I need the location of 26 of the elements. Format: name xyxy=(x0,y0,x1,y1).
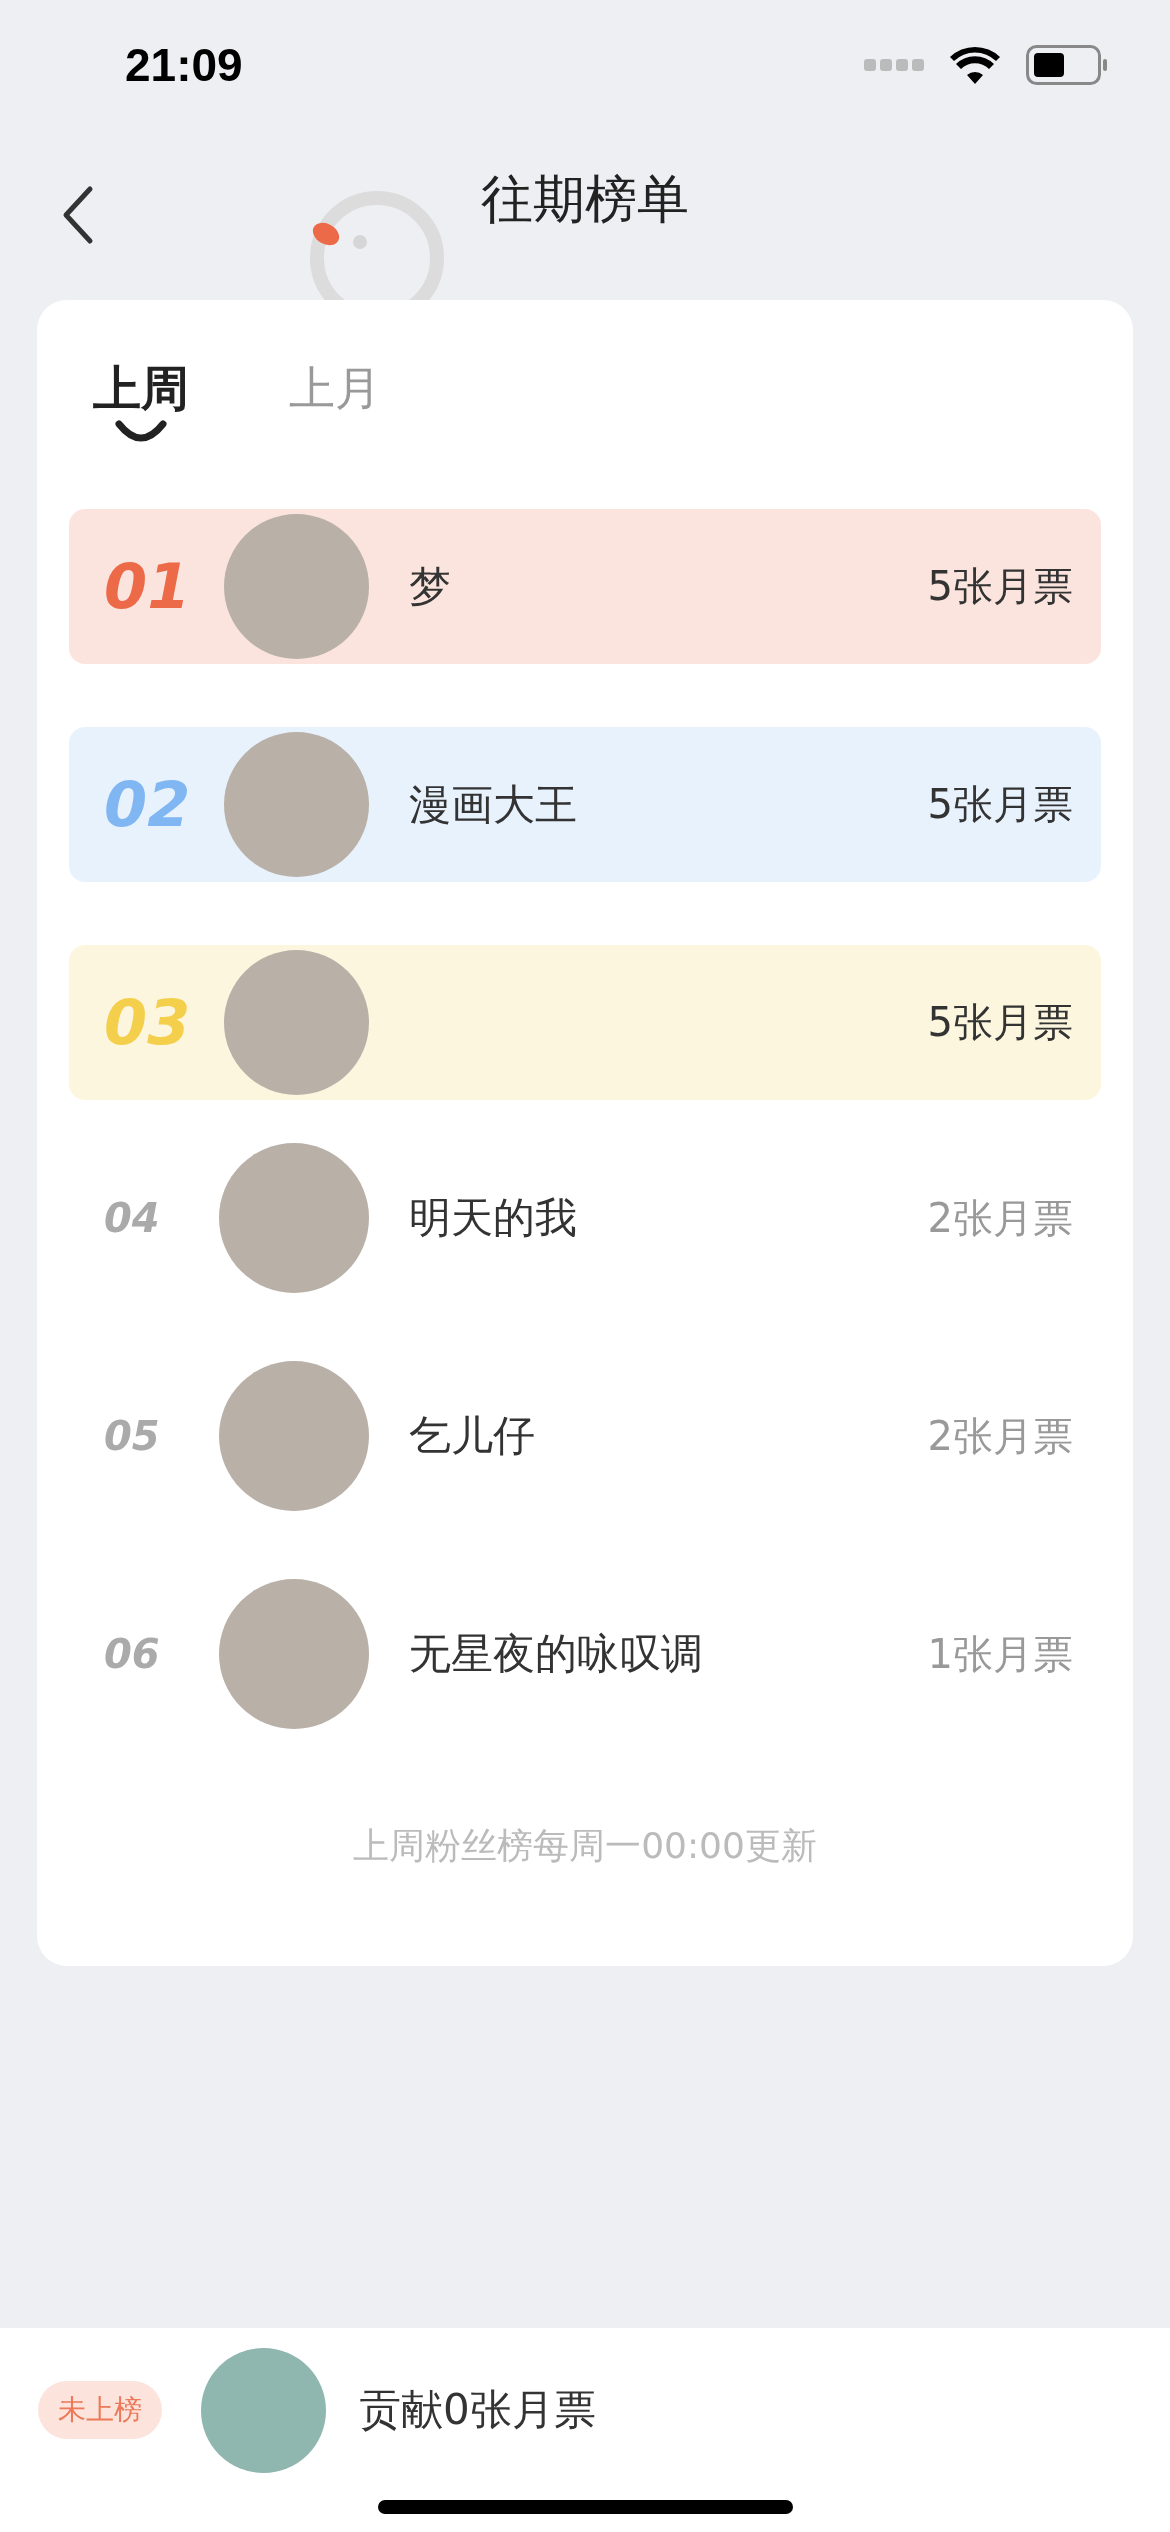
vote-count: 2张月票 xyxy=(927,1411,1073,1461)
user-name: 梦 xyxy=(409,560,452,613)
rank-number: 06 xyxy=(104,1631,161,1677)
vote-count: 5张月票 xyxy=(927,998,1073,1047)
vote-count: 1张月票 xyxy=(927,1629,1073,1679)
rank-number: 05 xyxy=(104,1413,161,1459)
user-name: 乞儿仔 xyxy=(409,1410,536,1462)
rank-status-badge: 未上榜 xyxy=(38,2381,162,2439)
rank-number: 02 xyxy=(104,768,192,841)
user-name: 无星夜的咏叹调 xyxy=(409,1628,704,1680)
vote-count: 5张月票 xyxy=(927,562,1073,611)
contribution-text: 贡献0张月票 xyxy=(359,2384,596,2436)
wifi-icon xyxy=(950,46,1000,84)
page-title: 往期榜单 xyxy=(481,168,689,231)
user-name: 漫画大王 xyxy=(409,778,578,831)
user-name: 明天的我 xyxy=(409,1192,578,1244)
battery-icon xyxy=(1026,45,1108,85)
rank-number: 01 xyxy=(104,550,192,623)
rank-number: 04 xyxy=(104,1195,161,1241)
signal-icon xyxy=(864,57,924,73)
vote-count: 5张月票 xyxy=(927,780,1073,829)
update-note: 上周粉丝榜每周一00:00更新 xyxy=(352,1824,818,1868)
vote-count: 2张月票 xyxy=(927,1193,1073,1243)
status-time: 21:09 xyxy=(125,38,243,92)
rank-number: 03 xyxy=(104,986,192,1059)
period-tab[interactable]: 上周 xyxy=(93,358,189,448)
